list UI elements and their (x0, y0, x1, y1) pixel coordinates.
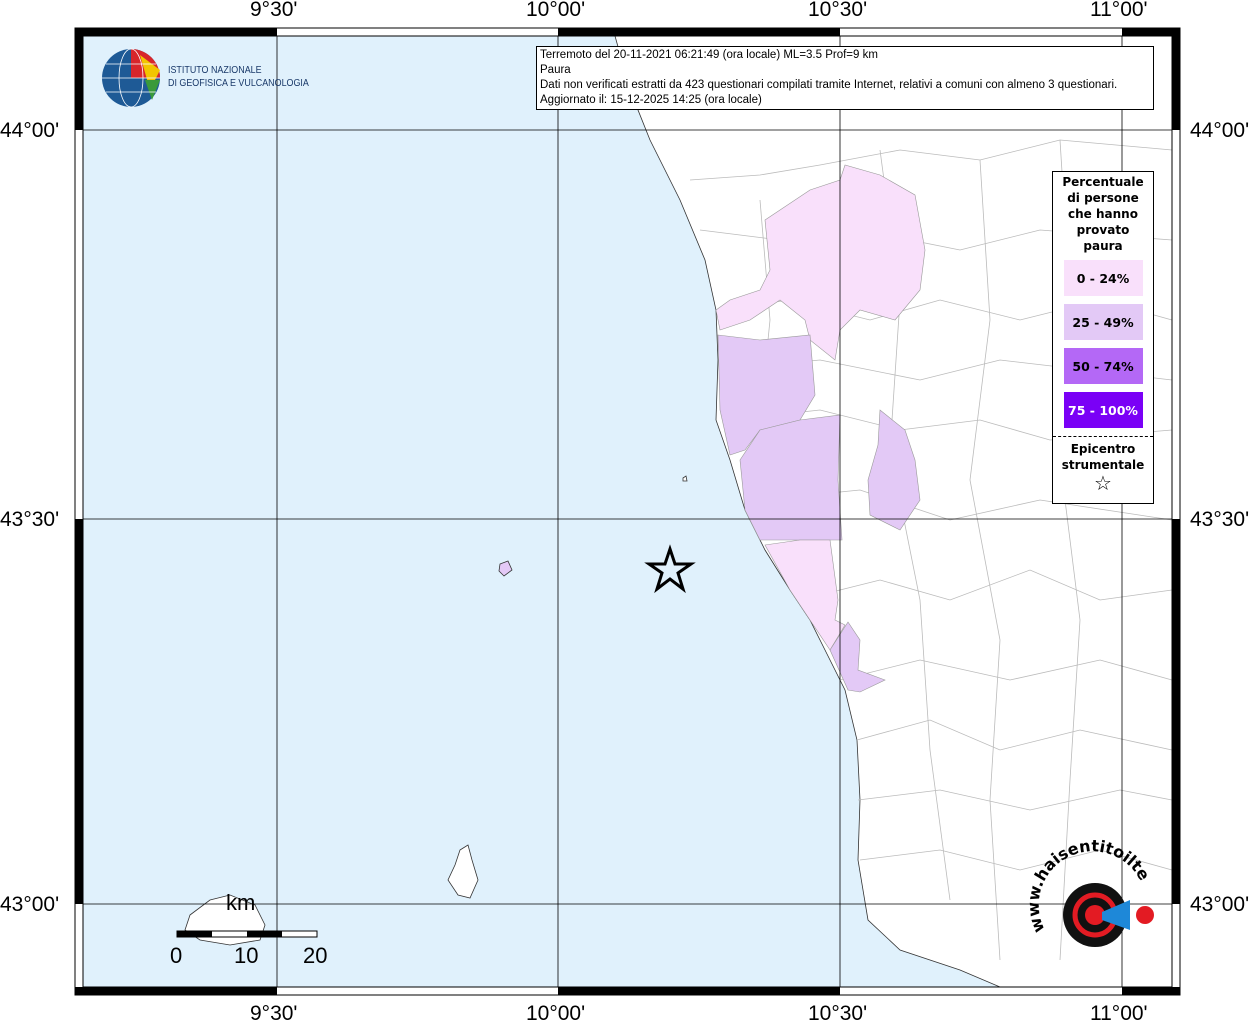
lon-tick-bottom: 9°30' (250, 1002, 298, 1025)
legend-title: Percentuale di persone che hanno provato… (1053, 174, 1153, 254)
lon-tick-top: 11°00' (1090, 0, 1148, 21)
legend-title-line: Percentuale (1062, 175, 1144, 189)
scale-bar (176, 930, 318, 938)
star-icon: ☆ (1094, 471, 1112, 495)
lat-tick-left: 43°00' (0, 893, 60, 916)
lon-tick-bottom: 10°30' (808, 1002, 868, 1025)
event-info-box: Terremoto del 20-11-2021 06:21:49 (ora l… (536, 46, 1154, 110)
ingv-logo-text: ISTITUTO NAZIONALE DI GEOFISICA E VULCAN… (168, 64, 309, 90)
logo-line: ISTITUTO NAZIONALE (168, 64, 262, 76)
lon-tick-bottom: 10°00' (526, 1002, 586, 1025)
legend-title-line: paura (1083, 239, 1123, 253)
scale-label-0: 0 (170, 943, 183, 968)
ingv-logo-icon (102, 48, 160, 108)
scale-unit: km (226, 890, 256, 915)
lat-tick-left: 44°00' (0, 119, 60, 142)
event-title: Terremoto del 20-11-2021 06:21:49 (ora l… (540, 49, 878, 61)
legend-class-25-49: 25 - 49% (1063, 304, 1143, 340)
lon-tick-bottom: 11°00' (1090, 1002, 1148, 1025)
lat-tick-left: 43°30' (0, 508, 60, 531)
logo-line: DI GEOFISICA E VULCANOLOGIA (168, 77, 309, 89)
data-note: Dati non verificati estratti da 423 ques… (540, 79, 1118, 91)
legend-class-75-100: 75 - 100% (1063, 392, 1143, 428)
intensity-map: www.haisentitoilterremoto.it (0, 0, 1181, 996)
legend-title-line: provato (1076, 223, 1130, 237)
map-parameter: Paura (540, 64, 571, 76)
lat-tick-right: 43°30' (1190, 508, 1250, 531)
lat-tick-right: 43°00' (1190, 893, 1250, 916)
legend: Percentuale di persone che hanno provato… (1052, 171, 1154, 504)
legend-epicenter: Epicentro strumentale ☆ (1053, 436, 1153, 495)
lon-tick-top: 10°00' (526, 0, 586, 21)
legend-class-0-24: 0 - 24% (1063, 260, 1143, 296)
update-time: Aggiornato il: 15-12-2025 14:25 (ora loc… (540, 94, 762, 106)
legend-title-line: che hanno (1068, 207, 1138, 221)
scale-label-10: 10 (234, 943, 259, 968)
scale-label-20: 20 (303, 943, 328, 968)
legend-class-50-74: 50 - 74% (1063, 348, 1143, 384)
legend-title-line: di persone (1067, 191, 1139, 205)
lon-tick-top: 9°30' (250, 0, 298, 21)
legend-epicenter-label: Epicentro (1070, 442, 1136, 456)
lon-tick-top: 10°30' (808, 0, 868, 21)
lat-tick-right: 44°00' (1190, 119, 1250, 142)
